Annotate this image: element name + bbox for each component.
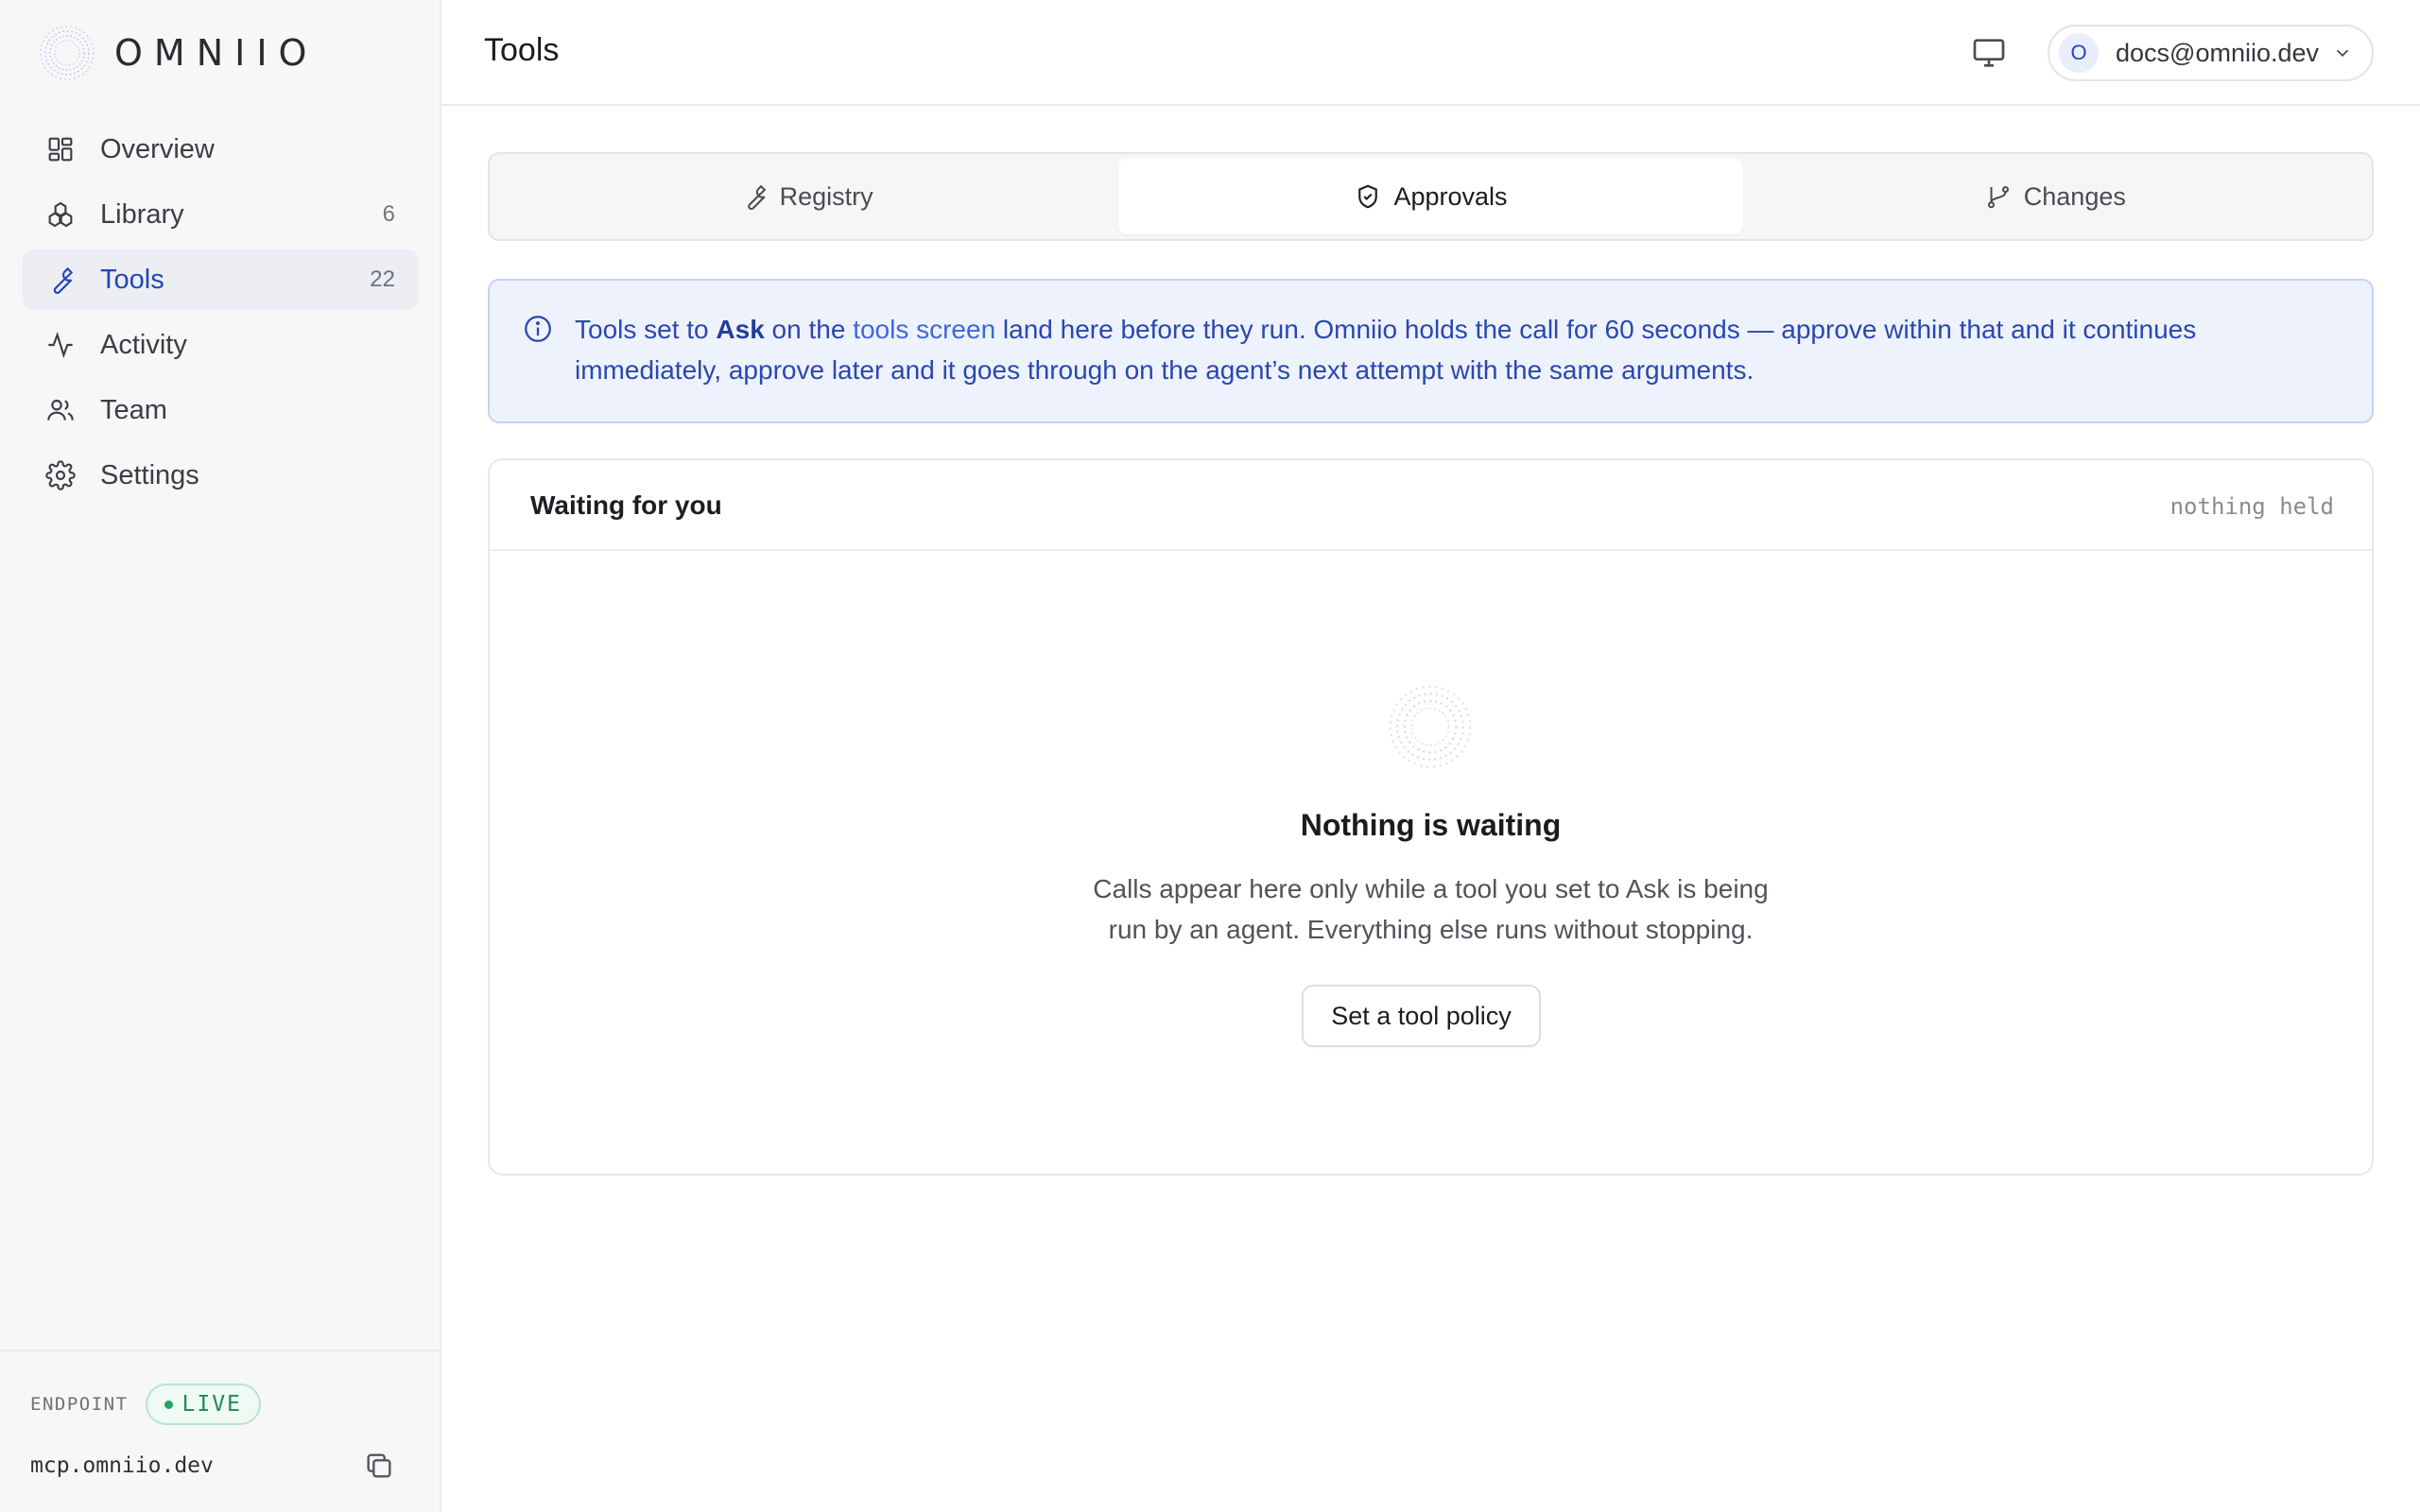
sidebar-item-count: 6: [382, 201, 395, 227]
sidebar-item-label: Settings: [100, 459, 199, 490]
waiting-card-header: Waiting for you nothing held: [490, 460, 2372, 551]
sidebar-item-label: Overview: [100, 133, 215, 164]
tab-approvals[interactable]: Approvals: [1118, 159, 1743, 234]
waiting-card: Waiting for you nothing held Nothing is …: [488, 458, 2374, 1176]
status-badge: LIVE: [145, 1383, 261, 1425]
tools-tabs: Registry Approvals Changes: [488, 152, 2374, 241]
sidebar-item-count: 22: [370, 266, 395, 292]
tab-label: Changes: [2023, 181, 2126, 211]
sidebar-nav: Overview Library 6 Tools 22 Activity Tea…: [23, 119, 418, 510]
copy-icon[interactable]: [363, 1450, 395, 1482]
chevron-down-icon: [2336, 49, 2349, 58]
brand-logo[interactable]: OMNIIO: [36, 21, 318, 85]
endpoint-panel: ENDPOINT LIVE mcp.omniio.dev: [0, 1349, 440, 1512]
empty-desc-line: Calls appear here only while a tool you …: [1093, 874, 1769, 903]
sidebar-item-label: Team: [100, 394, 167, 425]
tab-changes[interactable]: Changes: [1743, 159, 2367, 234]
empty-state-title: Nothing is waiting: [1300, 808, 1562, 842]
tab-registry[interactable]: Registry: [494, 159, 1118, 234]
empty-desc-line: run by an agent. Everything else runs wi…: [1108, 915, 1754, 944]
monitor-icon[interactable]: [1970, 34, 2008, 72]
wrench-icon: [747, 184, 766, 211]
omniio-logo-icon: [1389, 685, 1472, 768]
info-text-part: on the: [764, 315, 854, 344]
shield-check-icon: [1358, 184, 1378, 209]
activity-icon: [48, 332, 73, 358]
tab-label: Registry: [779, 181, 873, 211]
avatar: O: [2059, 33, 2099, 73]
sidebar-item-label: Tools: [100, 264, 164, 295]
endpoint-url: mcp.omniio.dev: [30, 1453, 214, 1478]
library-icon: [48, 201, 73, 228]
set-tool-policy-button[interactable]: Set a tool policy: [1302, 985, 1541, 1047]
gear-icon: [45, 460, 76, 490]
sidebar-item-team[interactable]: Team: [23, 380, 418, 440]
status-badge-label: LIVE: [182, 1392, 242, 1417]
info-text: Tools set to Ask on the tools screen lan…: [575, 309, 2333, 390]
account-menu-button[interactable]: O docs@omniio.dev: [2048, 25, 2374, 81]
tab-label: Approvals: [1393, 181, 1508, 211]
tools-screen-link[interactable]: tools screen: [853, 315, 995, 344]
sidebar: OMNIIO Overview Library 6 Tools 22 Activ…: [0, 0, 441, 1512]
sidebar-item-overview[interactable]: Overview: [23, 119, 418, 180]
sidebar-item-label: Activity: [100, 329, 187, 360]
sidebar-item-activity[interactable]: Activity: [23, 315, 418, 375]
sidebar-item-label: Library: [100, 198, 184, 230]
info-icon: [525, 316, 551, 342]
waiting-status: nothing held: [2169, 493, 2334, 520]
sidebar-item-tools[interactable]: Tools 22: [23, 249, 418, 310]
sidebar-item-library[interactable]: Library 6: [23, 184, 418, 245]
live-dot-icon: [164, 1400, 173, 1409]
sidebar-item-settings[interactable]: Settings: [23, 445, 418, 506]
brand-name: OMNIIO: [114, 32, 319, 74]
git-branch-icon: [1987, 186, 2009, 209]
omniio-logo-icon: [40, 26, 95, 80]
page-title: Tools: [484, 32, 560, 68]
endpoint-label: ENDPOINT: [30, 1394, 129, 1415]
endpoint-row: ENDPOINT LIVE: [30, 1383, 261, 1425]
info-text-ask: Ask: [716, 315, 765, 344]
grid-icon: [48, 137, 73, 162]
info-banner: Tools set to Ask on the tools screen lan…: [488, 279, 2374, 423]
team-icon: [47, 399, 74, 421]
info-text-part: Tools set to: [575, 315, 717, 344]
empty-state-description: Calls appear here only while a tool you …: [490, 868, 2372, 950]
waiting-title: Waiting for you: [530, 490, 722, 520]
top-bar: Tools O docs@omniio.dev: [441, 0, 2420, 106]
account-email: docs@omniio.dev: [2116, 38, 2320, 67]
wrench-icon: [53, 266, 74, 294]
